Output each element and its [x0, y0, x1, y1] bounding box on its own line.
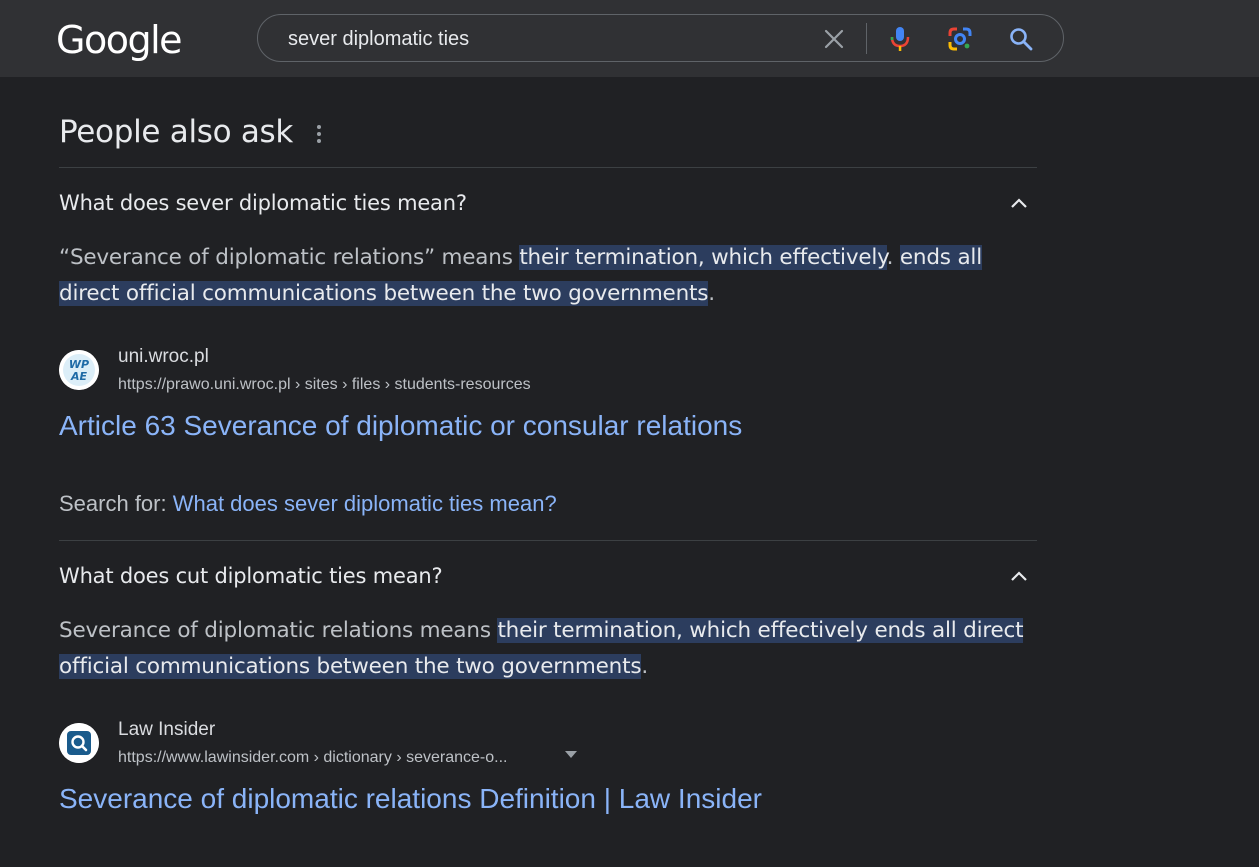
favicon-text: AE: [70, 370, 88, 383]
result-title-link[interactable]: Article 63 Severance of diplomatic or co…: [59, 410, 742, 442]
search-for-label: Search for:: [59, 491, 173, 516]
answer-text: .: [641, 654, 648, 679]
chevron-up-icon[interactable]: [1008, 193, 1030, 215]
source-site-name[interactable]: uni.wroc.pl: [118, 346, 209, 368]
search-for-link[interactable]: What does sever diplomatic ties mean?: [173, 491, 557, 516]
answer-highlight: ends all: [899, 245, 982, 270]
search-box[interactable]: sever diplomatic ties: [257, 14, 1064, 62]
paa-answer-1: “Severance of diplomatic relations” mean…: [59, 240, 1049, 312]
google-logo[interactable]: Google: [56, 18, 183, 62]
answer-highlight: direct official communications between t…: [59, 281, 709, 306]
microphone-icon[interactable]: [886, 25, 914, 53]
paa-answer-2: Severance of diplomatic relations means …: [59, 613, 1049, 685]
answer-highlight: their termination, which effectively end…: [497, 618, 1024, 643]
divider: [59, 540, 1037, 541]
divider: [59, 167, 1037, 168]
source-url[interactable]: https://prawo.uni.wroc.pl › sites › file…: [118, 376, 531, 394]
google-lens-icon[interactable]: [946, 25, 974, 53]
people-also-ask-heading: People also ask: [59, 114, 294, 150]
result-title-link[interactable]: Severance of diplomatic relations Defini…: [59, 783, 762, 815]
source-url[interactable]: https://www.lawinsider.com › dictionary …: [118, 749, 507, 767]
site-favicon: WP AE: [59, 350, 99, 390]
search-for-line: Search for: What does sever diplomatic t…: [59, 491, 557, 517]
search-divider: [866, 23, 867, 54]
dropdown-arrow-icon[interactable]: [565, 751, 577, 758]
top-bar: Google sever diplomatic ties: [0, 0, 1259, 77]
site-favicon: [59, 723, 99, 763]
search-icon[interactable]: [1007, 25, 1035, 53]
more-options-icon[interactable]: [311, 122, 327, 146]
answer-text: .: [708, 281, 715, 306]
close-icon[interactable]: [820, 25, 848, 53]
paa-question-1[interactable]: What does sever diplomatic ties mean?: [59, 191, 467, 215]
answer-text: .: [886, 245, 900, 270]
paa-question-2[interactable]: What does cut diplomatic ties mean?: [59, 564, 443, 588]
answer-text: Severance of diplomatic relations means: [59, 618, 498, 643]
answer-text: “Severance of diplomatic relations” mean…: [59, 245, 520, 270]
chevron-up-icon[interactable]: [1008, 566, 1030, 588]
search-input[interactable]: sever diplomatic ties: [288, 28, 469, 50]
answer-highlight: their termination, which effectively: [519, 245, 887, 270]
answer-highlight: official communications between the two …: [59, 654, 642, 679]
source-site-name[interactable]: Law Insider: [118, 719, 215, 741]
